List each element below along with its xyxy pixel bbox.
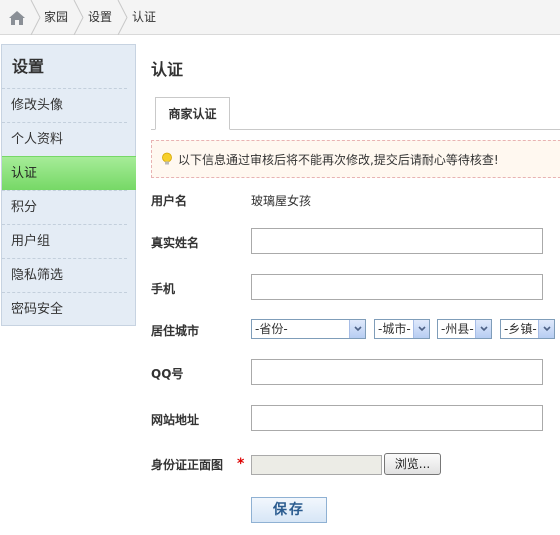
- page-title: 认证: [151, 60, 184, 79]
- phone-label: 手机: [151, 282, 176, 296]
- chevron-down-icon: [475, 320, 491, 338]
- idcard-label: 身份证正面图: [151, 458, 224, 472]
- username-value: 玻璃屋女孩: [251, 194, 312, 208]
- qq-label: QQ号: [151, 367, 184, 381]
- sidebar: 设置 修改头像 个人资料 认证 积分 用户组 隐私筛选 密码安全: [1, 44, 136, 326]
- breadcrumb-separator: [73, 0, 84, 35]
- browse-button[interactable]: 浏览...: [384, 453, 441, 475]
- website-label: 网站地址: [151, 413, 200, 427]
- sidebar-item-avatar[interactable]: 修改头像: [2, 88, 127, 122]
- province-select[interactable]: -省份-: [251, 319, 366, 339]
- county-select-value: -州县-: [441, 322, 474, 336]
- website-input[interactable]: [251, 405, 543, 431]
- save-button[interactable]: 保存: [251, 497, 327, 523]
- town-select[interactable]: -乡镇-: [500, 319, 555, 339]
- home-icon[interactable]: [0, 0, 34, 35]
- lightbulb-icon: [162, 152, 172, 165]
- phone-input[interactable]: [251, 274, 543, 300]
- county-select[interactable]: -州县-: [437, 319, 492, 339]
- username-label: 用户名: [151, 194, 188, 208]
- qq-input[interactable]: [251, 359, 543, 385]
- sidebar-item-profile[interactable]: 个人资料: [2, 122, 127, 156]
- notice-text: 以下信息通过审核后将不能再次修改,提交后请耐心等待核查!: [178, 153, 499, 167]
- breadcrumb-separator: [117, 0, 128, 35]
- town-select-value: -乡镇-: [504, 322, 537, 336]
- city-select[interactable]: -城市-: [374, 319, 430, 339]
- sidebar-item-usergroup[interactable]: 用户组: [2, 224, 127, 258]
- city-label: 居住城市: [151, 324, 200, 338]
- sidebar-item-credits[interactable]: 积分: [2, 190, 127, 224]
- breadcrumb-item-settings[interactable]: 设置: [88, 0, 112, 35]
- breadcrumb-item-home[interactable]: 家园: [44, 0, 68, 35]
- breadcrumb-item-verify: 认证: [132, 10, 157, 24]
- city-select-value: -城市-: [378, 322, 411, 336]
- sidebar-title: 设置: [12, 57, 45, 76]
- chevron-down-icon: [538, 320, 554, 338]
- breadcrumb-separator: [30, 0, 41, 35]
- sidebar-item-verify[interactable]: 认证: [2, 156, 136, 190]
- tab-merchant-verify[interactable]: 商家认证: [155, 97, 230, 130]
- sidebar-item-password[interactable]: 密码安全: [2, 292, 127, 326]
- realname-input[interactable]: [251, 228, 543, 254]
- chevron-down-icon: [349, 320, 365, 338]
- breadcrumb: 家园 设置 认证: [0, 0, 560, 35]
- province-select-value: -省份-: [255, 322, 288, 336]
- required-mark: *: [237, 456, 245, 472]
- chevron-down-icon: [413, 320, 429, 338]
- idcard-file-field[interactable]: [251, 455, 382, 475]
- realname-label: 真实姓名: [151, 236, 200, 250]
- notice-box: 以下信息通过审核后将不能再次修改,提交后请耐心等待核查!: [151, 140, 560, 178]
- sidebar-item-privacy[interactable]: 隐私筛选: [2, 258, 127, 292]
